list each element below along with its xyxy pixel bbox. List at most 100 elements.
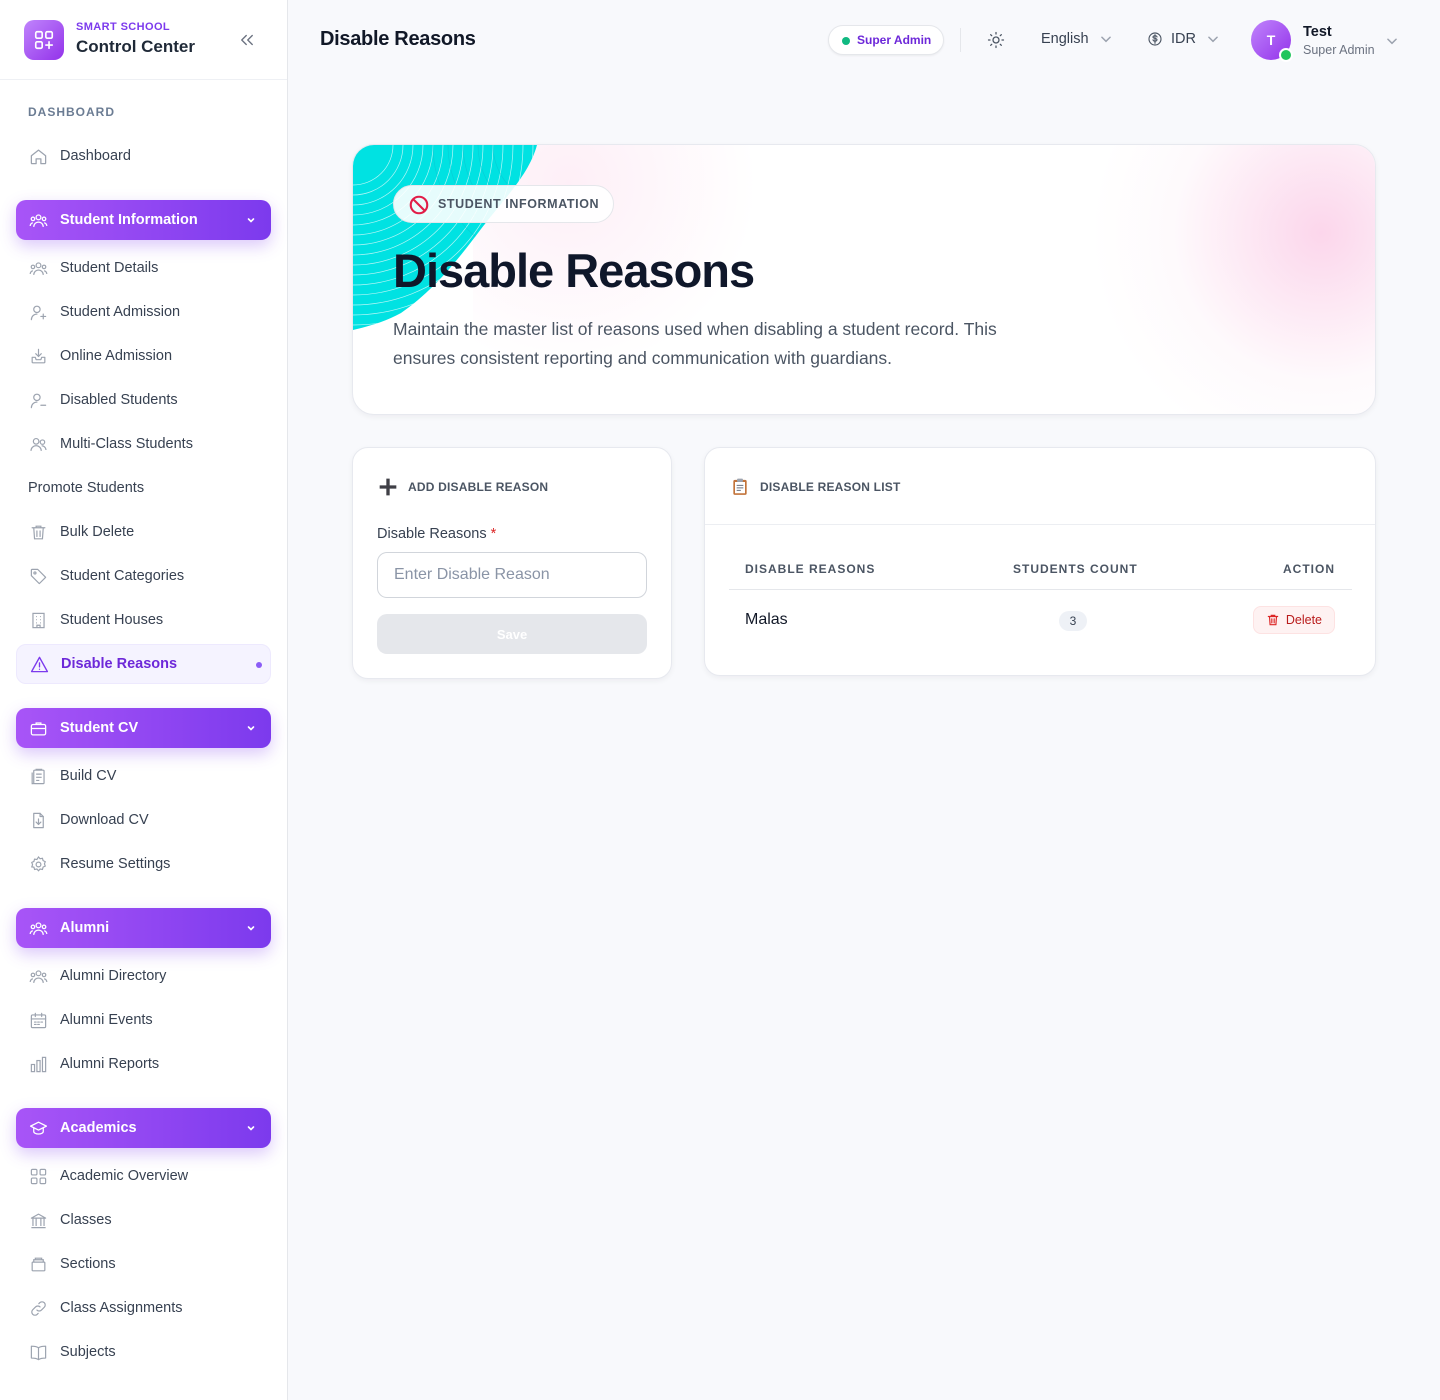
bar-chart-icon <box>28 1054 48 1074</box>
chevron-down-icon <box>247 926 255 931</box>
sidebar-item-label: Alumni Directory <box>60 968 167 984</box>
sidebar-item-label: Disable Reasons <box>61 656 178 672</box>
chevron-down-icon <box>247 726 255 731</box>
sidebar-group-label: Alumni <box>60 920 110 936</box>
sidebar-item-disable-reasons[interactable]: Disable Reasons <box>16 644 271 684</box>
save-button[interactable]: Save <box>377 614 647 654</box>
grid-icon <box>28 1166 48 1186</box>
user-menu[interactable]: T Test Super Admin <box>1251 20 1411 62</box>
sidebar-item-alumni-reports[interactable]: Alumni Reports <box>16 1044 271 1084</box>
sidebar-item-label: Subjects <box>60 1344 116 1360</box>
graduation-cap-icon <box>28 1118 48 1138</box>
role-badge-label: Super Admin <box>857 33 932 47</box>
dollar-circle-icon <box>1148 32 1162 46</box>
sidebar-item-student-categories[interactable]: Student Categories <box>16 556 271 596</box>
double-chevron-left-icon <box>241 34 253 46</box>
user-plus-icon <box>28 302 48 322</box>
sidebar-item-label: Dashboard <box>60 148 131 164</box>
sidebar-item-bulk-delete[interactable]: Bulk Delete <box>16 512 271 552</box>
sidebar-item-label: Academic Overview <box>60 1168 189 1184</box>
archive-box-icon <box>28 1254 48 1274</box>
sidebar-item-resume-settings[interactable]: Resume Settings <box>16 844 271 884</box>
sidebar-item-download-cv[interactable]: Download CV <box>16 800 271 840</box>
sidebar-item-disabled-students[interactable]: Disabled Students <box>16 380 271 420</box>
hero-category-pill: STUDENT INFORMATION <box>393 185 615 223</box>
sidebar-item-dashboard[interactable]: Dashboard <box>16 136 271 176</box>
divider <box>960 28 961 52</box>
language-select[interactable]: English <box>1041 31 1113 47</box>
prohibited-icon <box>409 195 429 215</box>
sidebar-item-subjects[interactable]: Subjects <box>16 1332 271 1372</box>
tag-icon <box>28 566 48 586</box>
sidebar-group-student-information[interactable]: Student Information <box>16 200 271 240</box>
hero-glow <box>1055 145 1375 414</box>
card-heading-label: ADD DISABLE REASON <box>408 480 549 494</box>
disable-reason-label: Disable Reasons * <box>377 526 496 542</box>
sidebar-item-label: Classes <box>60 1212 112 1228</box>
chevron-down-icon <box>1387 38 1397 45</box>
sidebar-group-academics[interactable]: Academics <box>16 1108 271 1148</box>
sidebar-group-alumni[interactable]: Alumni <box>16 908 271 948</box>
users-icon <box>28 258 48 278</box>
avatar: T <box>1251 20 1293 62</box>
users-icon <box>28 966 48 986</box>
sidebar-section-label: DASHBOARD <box>28 105 115 119</box>
disable-reason-input[interactable] <box>377 552 647 598</box>
brand-title: Control Center <box>76 37 195 56</box>
sidebar-group-student-cv[interactable]: Student CV <box>16 708 271 748</box>
collapse-sidebar-button[interactable] <box>236 29 258 51</box>
divider <box>729 589 1352 590</box>
user-name: Test <box>1303 24 1332 40</box>
sidebar-item-online-admission[interactable]: Online Admission <box>16 336 271 376</box>
sidebar-item-label: Student Categories <box>60 568 185 584</box>
trash-icon <box>1267 614 1279 626</box>
users-icon <box>28 918 48 938</box>
sidebar-item-promote-students[interactable]: Promote Students <box>16 468 271 508</box>
column-header-count[interactable]: STUDENTS COUNT <box>1013 562 1138 576</box>
sidebar-group-label: Student Information <box>60 212 198 228</box>
theme-toggle-button[interactable] <box>984 28 1008 52</box>
sidebar-item-class-assignments[interactable]: Class Assignments <box>16 1288 271 1328</box>
sidebar: SMART SCHOOL Control Center DASHBOARD Da… <box>0 0 288 1400</box>
sidebar-item-alumni-directory[interactable]: Alumni Directory <box>16 956 271 996</box>
brand-subtitle: SMART SCHOOL <box>76 21 171 33</box>
sidebar-item-label: Resume Settings <box>60 856 171 872</box>
hero-pill-label: STUDENT INFORMATION <box>438 197 600 211</box>
sidebar-group-label: Academics <box>60 1120 137 1136</box>
inbox-download-icon <box>28 346 48 366</box>
delete-button[interactable]: Delete <box>1252 606 1335 634</box>
sidebar-item-multi-class-students[interactable]: Multi-Class Students <box>16 424 271 464</box>
sidebar-item-classes[interactable]: Classes <box>16 1200 271 1240</box>
sidebar-item-student-houses[interactable]: Student Houses <box>16 600 271 640</box>
chevron-down-icon <box>247 218 255 223</box>
avatar-initial: T <box>1266 32 1276 48</box>
column-header-action: ACTION <box>1283 562 1335 576</box>
status-dot-icon <box>842 37 850 45</box>
delete-label: Delete <box>1285 613 1322 627</box>
sidebar-item-student-details[interactable]: Student Details <box>16 248 271 288</box>
user-group-icon <box>28 434 48 454</box>
chevron-down-icon <box>1208 36 1218 43</box>
sidebar-item-build-cv[interactable]: Build CV <box>16 756 271 796</box>
currency-select[interactable]: IDR <box>1147 31 1220 47</box>
user-role: Super Admin <box>1303 43 1375 57</box>
warning-triangle-icon <box>29 654 49 674</box>
sidebar-item-academic-overview[interactable]: Academic Overview <box>16 1156 271 1196</box>
hero-description: Maintain the master list of reasons used… <box>393 319 997 368</box>
sidebar-item-student-admission[interactable]: Student Admission <box>16 292 271 332</box>
sidebar-item-label: Bulk Delete <box>60 524 135 540</box>
card-heading: ADD DISABLE REASON <box>377 476 548 498</box>
brand: SMART SCHOOL Control Center <box>0 0 287 80</box>
grid-plus-icon[interactable] <box>24 20 64 60</box>
sidebar-item-sections[interactable]: Sections <box>16 1244 271 1284</box>
sidebar-item-label: Multi-Class Students <box>60 436 193 452</box>
chevron-down-icon <box>247 1126 255 1131</box>
card-heading: DISABLE REASON LIST <box>729 476 900 498</box>
sidebar-item-label: Alumni Reports <box>60 1056 160 1072</box>
column-header-reasons[interactable]: DISABLE REASONS <box>745 562 875 576</box>
currency-value: IDR <box>1171 31 1196 47</box>
sidebar-item-label: Class Assignments <box>60 1300 183 1316</box>
home-icon <box>28 146 48 166</box>
sidebar-item-alumni-events[interactable]: Alumni Events <box>16 1000 271 1040</box>
link-icon <box>28 1298 48 1318</box>
